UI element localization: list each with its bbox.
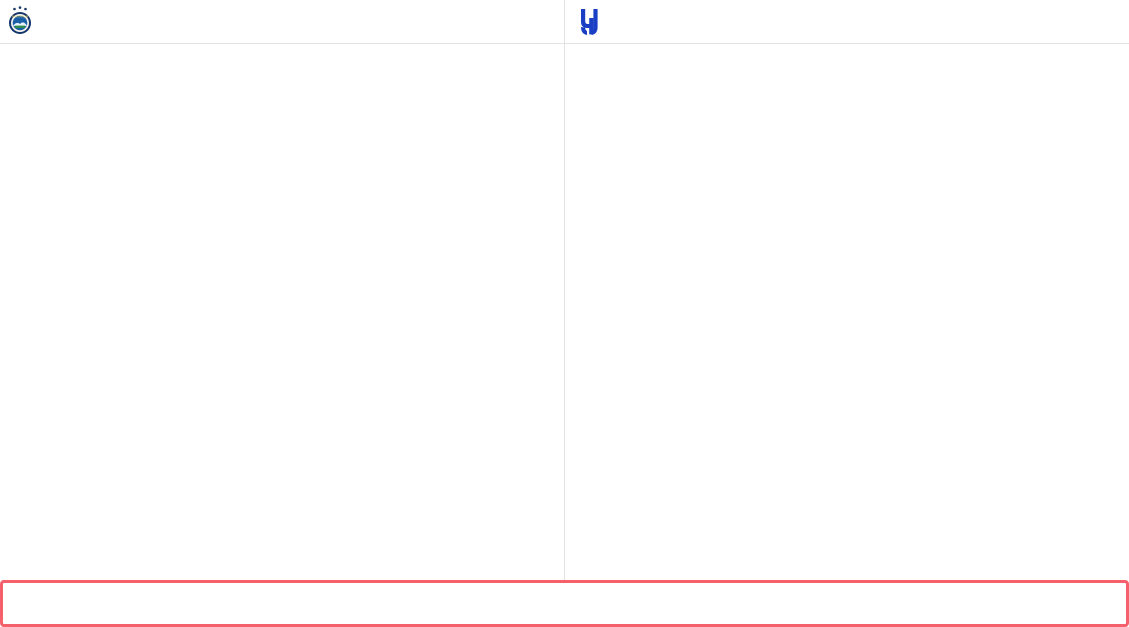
pakhtakor-crest-icon[interactable]: PAXTAKOR <box>8 5 42 39</box>
summary-left <box>3 583 565 624</box>
alhilal-crest-icon[interactable] <box>573 5 607 39</box>
lineup-header-left: PAXTAKOR <box>0 0 564 44</box>
svg-text:PAXTAKOR: PAXTAKOR <box>12 14 29 18</box>
lineups-comparison: PAXTAKOR <box>0 0 1129 627</box>
player-rows-left <box>0 44 564 627</box>
lineup-header-right <box>564 0 1129 44</box>
player-rows-right <box>565 44 1129 627</box>
team-panel-right <box>564 0 1129 627</box>
summary-right <box>565 583 1127 624</box>
team-panel-left: PAXTAKOR <box>0 0 565 627</box>
lineup-summary-bar <box>0 580 1129 627</box>
